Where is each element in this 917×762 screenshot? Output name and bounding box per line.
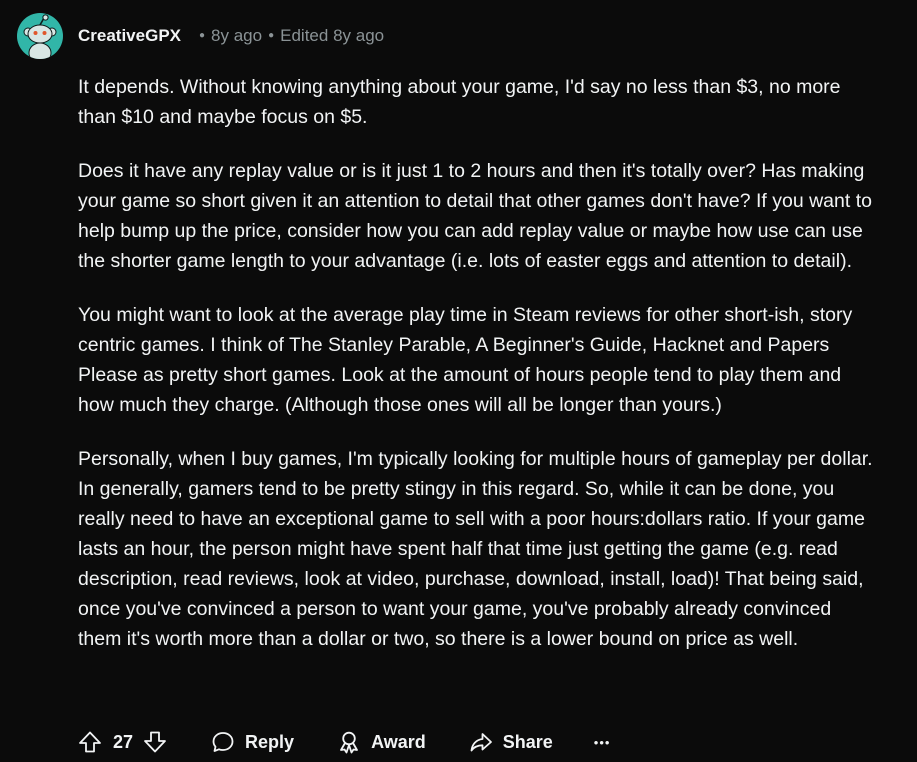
author-name[interactable]: CreativeGPX (78, 26, 181, 46)
avatar[interactable] (17, 13, 63, 59)
comment-body: It depends. Without knowing anything abo… (78, 72, 878, 678)
comment-actions: 27 Reply Award Share ••• (78, 727, 610, 757)
separator-dot: ● (199, 29, 206, 41)
comment: CreativeGPX ● 8y ago ● Edited 8y ago It … (0, 0, 917, 762)
upvote-button[interactable] (78, 730, 102, 754)
separator-dot: ● (268, 29, 275, 41)
reply-label: Reply (245, 731, 295, 752)
posted-time: 8y ago (211, 26, 263, 45)
comment-paragraph: You might want to look at the average pl… (78, 304, 853, 416)
vote-score: 27 (113, 731, 134, 752)
speech-bubble-icon (212, 732, 234, 752)
snoo-avatar-icon (23, 14, 57, 59)
comment-paragraph: It depends. Without knowing anything abo… (78, 76, 841, 128)
comment-paragraph: Personally, when I buy games, I'm typica… (78, 448, 873, 650)
comment-header: CreativeGPX ● 8y ago ● Edited 8y ago (17, 13, 384, 59)
comment-meta: ● 8y ago ● Edited 8y ago (193, 26, 384, 46)
more-options-button[interactable]: ••• (594, 735, 611, 750)
award-ribbon-icon (340, 731, 358, 754)
award-label: Award (371, 731, 426, 752)
share-label: Share (502, 731, 553, 752)
reply-button[interactable]: Reply (211, 730, 294, 754)
downvote-arrow-icon (144, 731, 166, 753)
share-arrow-icon (470, 733, 492, 752)
upvote-arrow-icon (79, 731, 101, 753)
share-button[interactable]: Share (469, 730, 553, 754)
edited-time: Edited 8y ago (280, 26, 385, 45)
comment-paragraph: Does it have any replay value or is it j… (78, 160, 872, 272)
downvote-button[interactable] (143, 730, 167, 754)
more-options-icon: ••• (593, 734, 611, 750)
award-button[interactable]: Award (337, 730, 426, 754)
